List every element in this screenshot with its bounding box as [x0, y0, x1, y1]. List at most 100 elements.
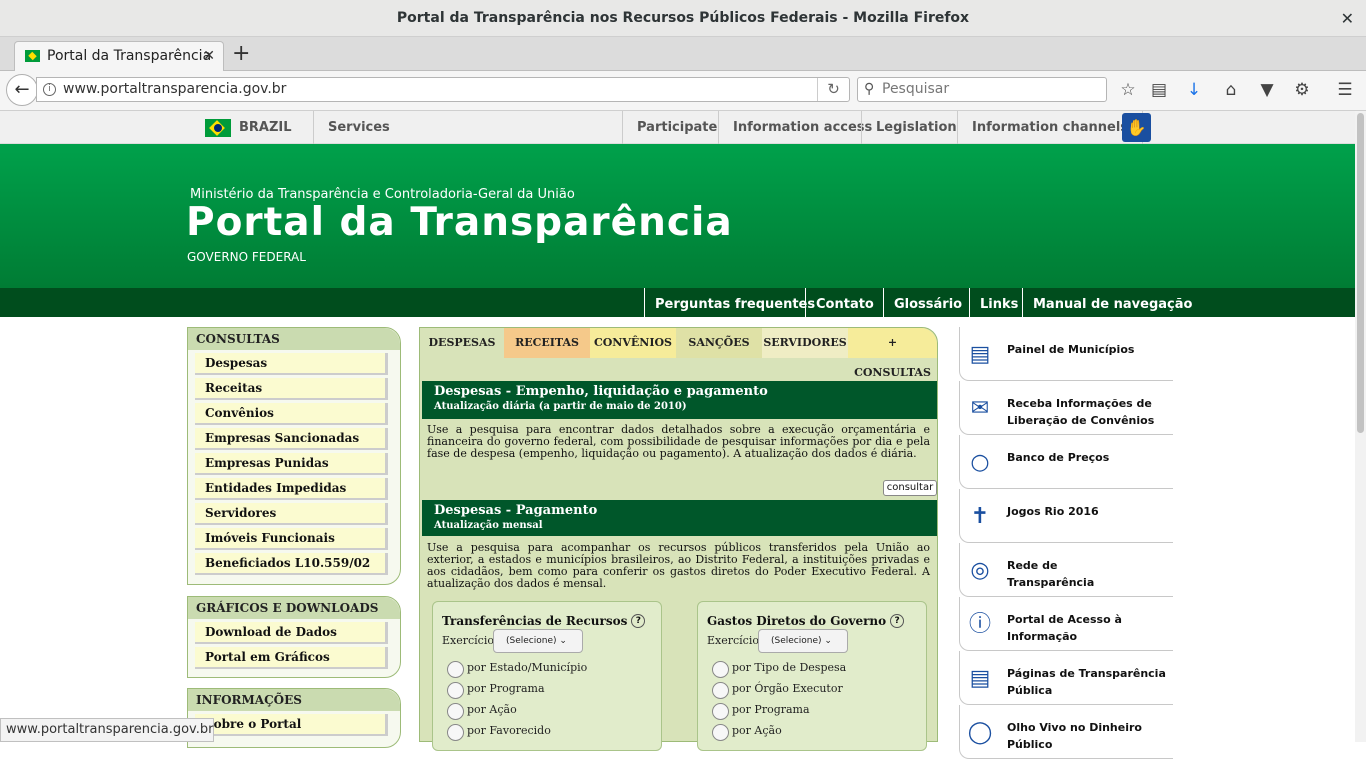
reading-list-icon[interactable]: ▤ — [1148, 79, 1170, 101]
services-link[interactable]: Services — [313, 111, 404, 144]
eye-icon: ◯ — [967, 720, 993, 745]
download-icon[interactable]: ↓ — [1183, 79, 1205, 101]
quick-links: ▤ Painel de Municípios ✉ Receba Informaç… — [959, 327, 1173, 759]
legislation-link[interactable]: Legislation — [861, 111, 971, 144]
brazil-flag-icon — [205, 119, 231, 137]
consultas-heading: CONSULTAS — [188, 328, 400, 350]
url-bar[interactable]: i www.portaltransparencia.gov.br ↻ — [36, 77, 850, 102]
scrollbar-thumb[interactable] — [1357, 113, 1364, 433]
sidebar-item-imoveis-funcionais[interactable]: Imóveis Funcionais — [195, 528, 388, 550]
link-paginas-transparencia[interactable]: ▤ Páginas de Transparência Pública — [959, 651, 1173, 705]
sidebar-item-download-dados[interactable]: Download de Dados — [195, 622, 388, 644]
bookmark-star-icon[interactable]: ☆ — [1117, 79, 1139, 101]
country-label[interactable]: BRAZIL — [239, 111, 292, 144]
navigation-manual-link[interactable]: Manual de navegação — [1022, 288, 1202, 317]
select-value: (Selecione) — [771, 636, 822, 646]
exercicio-select[interactable]: (Selecione) ⌄ — [758, 629, 848, 653]
information-channels-link[interactable]: Information channels — [957, 111, 1144, 144]
back-button[interactable]: ← — [6, 74, 38, 106]
participate-link[interactable]: Participate — [622, 111, 731, 144]
link-rede-transparencia[interactable]: ◎ Rede de Transparência — [959, 543, 1173, 597]
sidebar-item-empresas-sancionadas[interactable]: Empresas Sancionadas — [195, 428, 388, 450]
panel-title: Gastos Diretos do Governo? — [707, 614, 905, 628]
help-icon[interactable]: ? — [890, 614, 905, 628]
browser-tab[interactable]: Portal da Transparência ✕ — [14, 41, 224, 71]
section-description: Use a pesquisa para encontrar dados deta… — [427, 423, 930, 460]
mail-icon: ✉ — [970, 396, 990, 421]
tab-despesas[interactable]: DESPESAS — [420, 328, 504, 358]
government-bar: BRAZIL Services Participate Information … — [0, 111, 1355, 144]
link-olho-vivo[interactable]: ◯ Olho Vivo no Dinheiro Público — [959, 705, 1173, 759]
radio-por-estado-municipio[interactable]: por Estado/Município — [447, 661, 587, 678]
radio-por-programa[interactable]: por Programa — [712, 703, 810, 720]
menu-icon[interactable]: ☰ — [1334, 79, 1356, 101]
link-label: Painel de Municípios — [1007, 343, 1135, 356]
section-title: Despesas - Empenho, liquidação e pagamen… — [434, 384, 768, 399]
window-titlebar: Portal da Transparência nos Recursos Púb… — [0, 0, 1366, 37]
tab-convenios[interactable]: CONVÊNIOS — [590, 328, 676, 358]
link-jogos-rio[interactable]: ✝ Jogos Rio 2016 — [959, 489, 1173, 543]
glossary-link[interactable]: Glossário — [883, 288, 972, 317]
radio-por-programa[interactable]: por Programa — [447, 682, 545, 699]
section-subtitle: Atualização mensal — [434, 520, 543, 531]
exercicio-label: Exercício — [442, 634, 494, 647]
tab-receitas[interactable]: RECEITAS — [504, 328, 590, 358]
radio-por-acao[interactable]: por Ação — [712, 724, 782, 741]
header-menu: Perguntas frequentes Contato Glossário L… — [0, 288, 1355, 317]
radio-por-tipo-despesa[interactable]: por Tipo de Despesa — [712, 661, 846, 678]
new-tab-button[interactable]: + — [232, 41, 250, 66]
sidebar-item-portal-graficos[interactable]: Portal em Gráficos — [195, 647, 388, 669]
contact-link[interactable]: Contato — [805, 288, 884, 317]
chevron-down-icon: ⌄ — [824, 636, 832, 646]
radio-por-orgao-executor[interactable]: por Órgão Executor — [712, 682, 843, 699]
link-painel-municipios[interactable]: ▤ Painel de Municípios — [959, 327, 1173, 381]
consultas-box: CONSULTAS Despesas Receitas Convênios Em… — [187, 327, 401, 585]
sidebar-item-servidores[interactable]: Servidores — [195, 503, 388, 525]
consultar-button[interactable]: consultar — [883, 480, 937, 496]
accessibility-hands-icon[interactable]: ✋ — [1122, 113, 1151, 142]
window-title: Portal da Transparência nos Recursos Púb… — [396, 10, 970, 26]
consultas-panel: DESPESAS RECEITAS CONVÊNIOS SANÇÕES SERV… — [419, 327, 938, 751]
sidebar-item-beneficiados[interactable]: Beneficiados L10.559/02 — [195, 553, 388, 575]
exercicio-select[interactable]: (Selecione) ⌄ — [493, 629, 583, 653]
gov-subtitle: GOVERNO FEDERAL — [187, 250, 306, 264]
radio-por-acao[interactable]: por Ação — [447, 703, 517, 720]
link-acesso-informacao[interactable]: ⓘ Portal de Acesso à Informação — [959, 597, 1173, 651]
site-title[interactable]: Portal da Transparência — [186, 200, 733, 245]
tab-servidores[interactable]: SERVIDORES — [762, 328, 848, 358]
help-icon[interactable]: ? — [631, 614, 646, 628]
panel-title: Transferências de Recursos? — [442, 614, 646, 628]
brazil-flag-favicon-icon — [25, 50, 40, 62]
link-liberacao-convenios[interactable]: ✉ Receba Informações de Liberação de Con… — [959, 381, 1173, 435]
radio-por-favorecido[interactable]: por Favorecido — [447, 724, 551, 741]
faq-link[interactable]: Perguntas frequentes — [644, 288, 825, 317]
sidebar-item-convenios[interactable]: Convênios — [195, 403, 388, 425]
links-link[interactable]: Links — [969, 288, 1028, 317]
back-arrow-icon: ← — [14, 79, 30, 100]
sidebar-item-entidades-impedidas[interactable]: Entidades Impedidas — [195, 478, 388, 500]
gastos-diretos-panel: Gastos Diretos do Governo? Exercício (Se… — [697, 601, 927, 751]
sidebar-item-receitas[interactable]: Receitas — [195, 378, 388, 400]
tab-sancoes[interactable]: SANÇÕES — [676, 328, 762, 358]
sidebar-item-sobre-portal[interactable]: Sobre o Portal — [195, 714, 388, 736]
sidebar-item-despesas[interactable]: Despesas — [195, 353, 388, 375]
search-input[interactable]: ⚲ Pesquisar — [857, 77, 1107, 102]
link-label: Rede de Transparência — [1007, 559, 1095, 589]
tab-close-icon[interactable]: ✕ — [203, 42, 215, 70]
tab-title: Portal da Transparência — [47, 48, 212, 64]
window-close-button[interactable]: ✕ — [1341, 0, 1354, 37]
site-info-icon[interactable]: i — [43, 83, 56, 96]
tab-strip: Portal da Transparência ✕ — [0, 37, 1366, 71]
extension-icon[interactable]: ⚙ — [1291, 79, 1313, 101]
home-icon[interactable]: ⌂ — [1220, 79, 1242, 101]
graficos-heading: GRÁFICOS E DOWNLOADS — [188, 597, 400, 619]
reload-icon[interactable]: ↻ — [817, 78, 849, 101]
statue-icon: ✝ — [970, 504, 990, 529]
sidebar-item-empresas-punidas[interactable]: Empresas Punidas — [195, 453, 388, 475]
search-placeholder: Pesquisar — [882, 81, 950, 97]
status-bar-url: www.portaltransparencia.gov.br — [0, 718, 214, 742]
link-banco-precos[interactable]: ○ Banco de Preços — [959, 435, 1173, 489]
tab-mais-consultas[interactable]: + CONSULTAS — [848, 328, 937, 379]
section-subtitle: Atualização diária (a partir de maio de … — [434, 401, 687, 412]
pocket-icon[interactable]: ▼ — [1256, 79, 1278, 101]
